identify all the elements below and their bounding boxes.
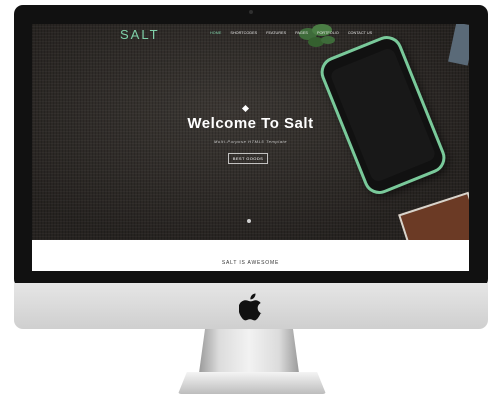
slider-dot[interactable] <box>247 219 251 223</box>
tagline-heading: SALT IS AWESOME <box>221 260 280 266</box>
hero-subtitle: Multi-Purpose HTML5 Template <box>213 139 288 144</box>
nav-item-home[interactable]: HOME <box>210 31 221 35</box>
monitor-stand-base <box>178 372 326 394</box>
nav-item-features[interactable]: FEATURES <box>266 31 286 35</box>
monitor-stand <box>199 329 299 373</box>
nav-item-shortcodes[interactable]: SHORTCODES <box>230 31 257 35</box>
nav-item-portfolio[interactable]: PORTFOLIO <box>317 31 339 35</box>
hero-cta-button[interactable]: BEST GOODS <box>228 153 268 164</box>
nav-item-contact[interactable]: CONTACT US <box>348 31 372 35</box>
hero-section: SALT HOME SHORTCODES FEATURES PAGES PORT… <box>32 24 469 240</box>
webcam <box>249 10 253 14</box>
hero-title: Welcome To Salt <box>187 115 314 132</box>
apple-logo-icon <box>239 293 262 321</box>
website-screen: SALT HOME SHORTCODES FEATURES PAGES PORT… <box>32 24 469 271</box>
plant-image <box>299 24 335 47</box>
nav-item-pages[interactable]: PAGES <box>295 31 308 35</box>
site-logo[interactable]: SALT <box>120 27 160 42</box>
main-navigation: HOME SHORTCODES FEATURES PAGES PORTFOLIO… <box>210 31 372 35</box>
